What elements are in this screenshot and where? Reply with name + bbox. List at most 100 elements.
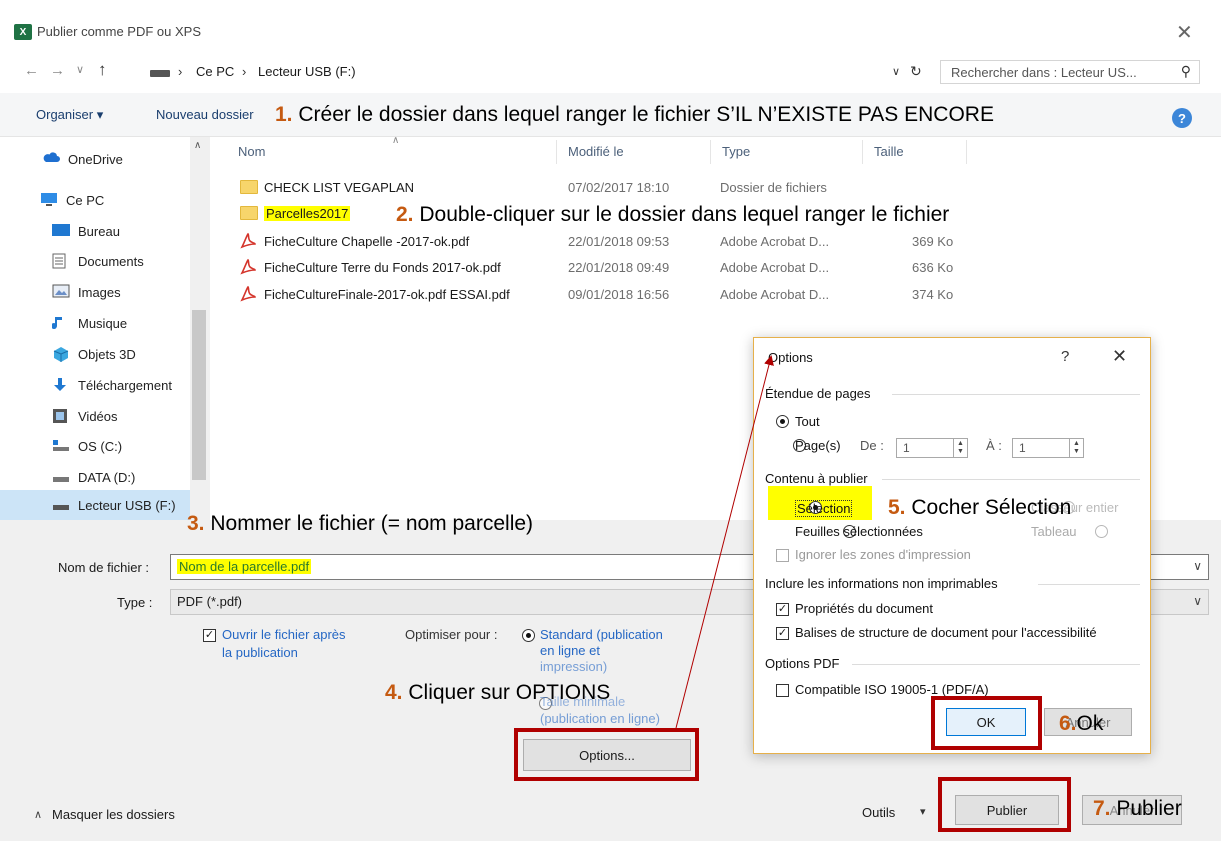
cloud-icon (42, 151, 60, 167)
new-folder-button[interactable]: Nouveau dossier (156, 107, 254, 122)
open-after-publish-checkbox[interactable]: ✓ (203, 629, 216, 642)
sort-indicator-icon: ∧ (392, 135, 400, 146)
search-input[interactable]: Rechercher dans : Lecteur US... ⚲ (940, 60, 1200, 84)
chevron-down-icon[interactable]: ∨ (1193, 559, 1202, 573)
spinner-arrows-icon[interactable]: ▲ ▼ (953, 439, 967, 457)
ok-button-red-box (931, 696, 1042, 750)
search-icon: ⚲ (1180, 63, 1191, 79)
help-icon[interactable]: ? (1061, 348, 1069, 365)
tools-dropdown-icon[interactable]: ▾ (920, 805, 926, 818)
ignore-print-areas-label[interactable]: Ignorer les zones d'impression (795, 547, 971, 562)
iso-pdfa-checkbox[interactable] (776, 684, 789, 697)
sidebar-item-label: OS (C:) (78, 438, 123, 454)
spinner-arrows-icon[interactable]: ▲ ▼ (1069, 439, 1083, 457)
chevron-down-icon[interactable]: ∨ (1193, 594, 1202, 608)
pdf-options-group-title: Options PDF (765, 656, 840, 671)
window-close-button[interactable]: ✕ (1176, 20, 1193, 45)
excel-app-icon: X (14, 24, 32, 40)
hide-folders-button[interactable]: Masquer les dossiers (52, 807, 175, 822)
column-separator (862, 140, 863, 164)
sidebar-item-videos[interactable]: Vidéos (52, 401, 248, 431)
sidebar-item-telechargement[interactable]: Téléchargement (52, 370, 248, 400)
publish-button-red-box (938, 777, 1071, 832)
desktop-icon (52, 223, 70, 239)
objects3d-icon (52, 346, 70, 362)
column-header-size[interactable]: Taille (874, 144, 904, 159)
file-row[interactable]: FicheCultureFinale-2017-ok.pdf ESSAI.pdf… (238, 282, 958, 308)
file-row[interactable]: CHECK LIST VEGAPLAN 07/02/2017 18:10 Dos… (238, 175, 958, 201)
column-header-type[interactable]: Type (722, 144, 750, 159)
forward-arrow-icon[interactable]: → (50, 62, 65, 79)
annotation-step-2: 2. Double-cliquer sur le dossier dans le… (396, 203, 950, 226)
breadcrumb-separator-icon: › (242, 64, 247, 79)
refresh-icon[interactable]: ↻ (910, 63, 922, 80)
optimize-standard-radio[interactable] (522, 629, 535, 642)
annotation-step-6: 6.Ok (1059, 712, 1104, 735)
open-after-publish-label-line2[interactable]: la publication (222, 645, 298, 660)
pdf-file-icon (240, 285, 256, 303)
organize-menu-button[interactable]: Organiser ▾ (36, 107, 103, 123)
document-properties-checkbox[interactable]: ✓ (776, 603, 789, 616)
search-placeholder: Rechercher dans : Lecteur US... (951, 65, 1137, 80)
content-table-radio[interactable] (1095, 525, 1109, 538)
drive-icon (150, 70, 170, 77)
file-name: FicheCulture Terre du Fonds 2017-ok.pdf (264, 260, 501, 275)
page-range-pages-label[interactable]: Page(s) (795, 438, 841, 453)
back-arrow-icon[interactable]: ← (24, 62, 39, 79)
sidebar-item-bureau[interactable]: Bureau (52, 216, 248, 246)
optimize-standard-label[interactable]: Standard (publication (540, 627, 663, 642)
breadcrumb-usb-drive[interactable]: Lecteur USB (F:) (258, 64, 356, 79)
breadcrumb-this-pc[interactable]: Ce PC (196, 64, 234, 79)
page-range-all-label[interactable]: Tout (795, 414, 820, 429)
computer-icon (40, 192, 58, 208)
type-label: Type : (117, 595, 153, 610)
content-table-label[interactable]: Tableau (1031, 524, 1077, 539)
file-row[interactable]: FicheCulture Terre du Fonds 2017-ok.pdf … (238, 255, 958, 281)
sidebar-item-images[interactable]: Images (52, 277, 248, 307)
iso-pdfa-label[interactable]: Compatible ISO 19005-1 (PDF/A) (795, 682, 989, 697)
address-dropdown-icon[interactable]: ∨ (892, 65, 900, 78)
nonprint-group-title: Inclure les informations non imprimables (765, 576, 998, 591)
options-dialog-title: Options (768, 350, 813, 365)
recent-locations-chevron-icon[interactable]: ∨ (76, 63, 84, 76)
videos-icon (52, 408, 70, 424)
collapse-chevron-icon[interactable]: ∧ (34, 808, 42, 821)
sidebar-item-objets-3d[interactable]: Objets 3D (52, 339, 248, 369)
close-icon[interactable]: ✕ (1112, 346, 1127, 367)
sidebar-item-label: Bureau (78, 223, 120, 239)
sidebar-item-this-pc[interactable]: Ce PC (40, 185, 236, 215)
download-icon (52, 377, 70, 393)
sidebar-item-onedrive[interactable]: OneDrive (42, 144, 238, 174)
file-row[interactable]: FicheCulture Chapelle -2017-ok.pdf 22/01… (238, 229, 958, 255)
options-dialog: Options ? ✕ Étendue de pages Tout Page(s… (753, 337, 1151, 754)
file-name: CHECK LIST VEGAPLAN (264, 180, 415, 195)
sidebar-item-label: Objets 3D (78, 346, 136, 362)
filename-label: Nom de fichier : (58, 560, 150, 575)
sidebar-item-os-c[interactable]: OS (C:) (52, 431, 248, 461)
column-header-modified[interactable]: Modifié le (568, 144, 624, 159)
page-range-all-radio[interactable] (776, 415, 789, 428)
ignore-print-areas-checkbox[interactable] (776, 549, 789, 562)
structure-tags-label[interactable]: Balises de structure de document pour l'… (795, 625, 1097, 640)
open-after-publish-label[interactable]: Ouvrir le fichier après (222, 627, 346, 642)
filename-value: Nom de la parcelle.pdf (177, 559, 312, 574)
content-sheets-label[interactable]: Feuilles sélectionnées (795, 524, 923, 539)
to-page-spinner[interactable]: 1 ▲ ▼ (1012, 438, 1084, 458)
content-selection-label[interactable]: Sélection (795, 500, 853, 517)
images-icon (52, 284, 70, 300)
sidebar-item-data-d[interactable]: DATA (D:) (52, 462, 248, 492)
column-header-name[interactable]: Nom (238, 144, 265, 159)
sidebar-item-label: Téléchargement (78, 377, 172, 393)
structure-tags-checkbox[interactable]: ✓ (776, 627, 789, 640)
documents-icon (52, 253, 70, 269)
document-properties-label[interactable]: Propriétés du document (795, 601, 933, 616)
tools-menu-button[interactable]: Outils (862, 805, 895, 820)
sidebar-item-documents[interactable]: Documents (52, 246, 248, 276)
drive-icon (52, 438, 70, 454)
sidebar-item-musique[interactable]: Musique (51, 308, 248, 338)
up-arrow-icon[interactable]: ↑ (98, 60, 107, 80)
help-icon[interactable]: ? (1172, 108, 1192, 128)
file-name: Parcelles2017 (264, 206, 351, 221)
address-bar[interactable]: › Ce PC › Lecteur USB (F:) ∨ ↻ (145, 60, 930, 84)
from-page-spinner[interactable]: 1 ▲ ▼ (896, 438, 968, 458)
